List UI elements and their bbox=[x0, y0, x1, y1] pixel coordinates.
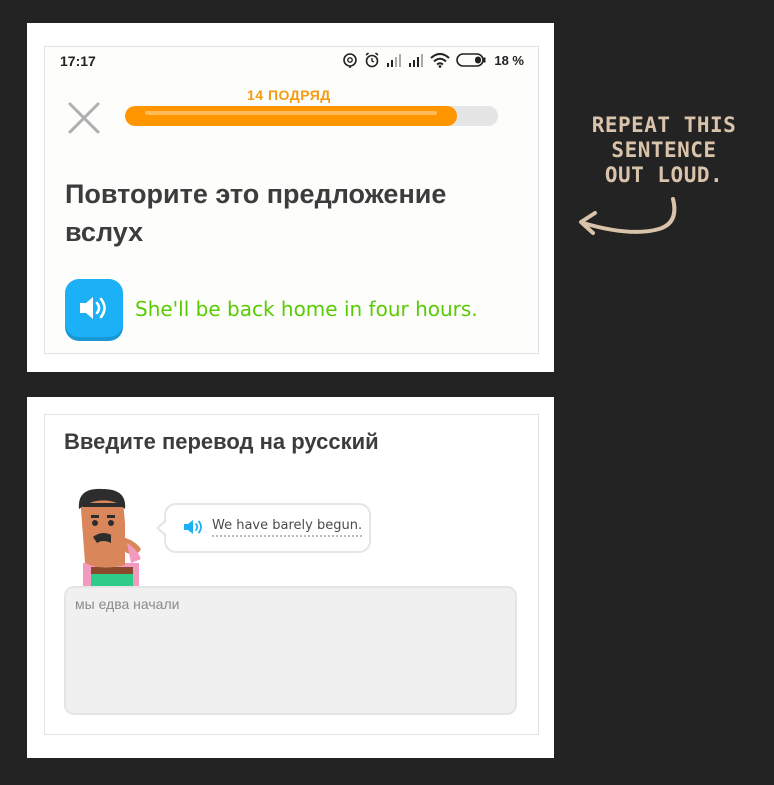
speaker-icon bbox=[80, 297, 106, 319]
speech-bubble[interactable]: We have barely begun. bbox=[156, 503, 371, 553]
status-bar: 17:17 18 % bbox=[45, 47, 538, 77]
signal-icon bbox=[387, 54, 402, 67]
annotation-note: REPEAT THIS SENTENCE OUT LOUD. bbox=[578, 113, 750, 188]
close-icon[interactable] bbox=[67, 101, 101, 135]
clock-alarm-icon bbox=[365, 52, 379, 68]
alarm-icon bbox=[343, 53, 358, 68]
speaking-exercise-card: 17:17 18 % 14 ПОДРЯД Повторите это предл… bbox=[27, 23, 554, 372]
wifi-icon bbox=[430, 52, 451, 68]
speaker-icon[interactable] bbox=[182, 518, 204, 536]
progress-fill bbox=[125, 106, 457, 126]
translation-input[interactable]: мы едва начали bbox=[64, 586, 517, 715]
lesson-progress-bar bbox=[125, 106, 498, 126]
annotation-line: OUT LOUD. bbox=[604, 163, 724, 187]
exercise-panel: Введите перевод на русский We have barel… bbox=[44, 414, 539, 735]
translation-exercise-card: Введите перевод на русский We have barel… bbox=[27, 397, 554, 758]
battery-percent: 18 % bbox=[494, 52, 524, 68]
status-time: 17:17 bbox=[60, 53, 96, 69]
battery-icon bbox=[456, 53, 486, 67]
translation-input-value: мы едва начали bbox=[75, 596, 180, 612]
target-sentence: She'll be back home in four hours. bbox=[135, 297, 478, 321]
annotation-line: REPEAT THIS bbox=[591, 113, 737, 137]
prompt-sentence: We have barely begun. bbox=[212, 518, 363, 537]
play-audio-button[interactable] bbox=[65, 279, 123, 337]
signal-icon bbox=[409, 54, 424, 67]
annotation-line: SENTENCE bbox=[611, 138, 717, 162]
character-illustration bbox=[78, 488, 141, 587]
exercise-instruction: Повторите это предложение вслух bbox=[65, 179, 447, 247]
streak-label: 14 ПОДРЯД bbox=[247, 87, 331, 103]
curved-arrow-icon bbox=[579, 197, 677, 235]
exercise-instruction: Введите перевод на русский bbox=[64, 429, 379, 454]
phone-screen: 17:17 18 % 14 ПОДРЯД Повторите это предл… bbox=[44, 46, 539, 354]
status-icons: 18 % bbox=[342, 52, 524, 68]
